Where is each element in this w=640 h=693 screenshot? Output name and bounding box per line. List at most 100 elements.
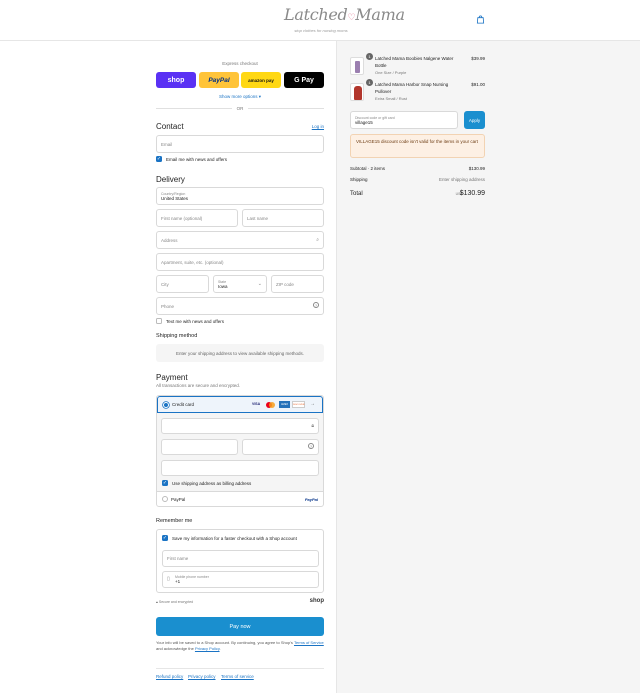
apply-discount-button[interactable]: Apply [464,111,485,129]
product-price: $39.99 [471,56,485,61]
zip-field[interactable]: ZIP code [271,275,324,293]
legal-text: Your info will be saved to a Shop accoun… [156,640,324,651]
help-icon[interactable]: ? [313,302,319,308]
security-code-field[interactable]: ? [242,439,319,455]
logo-tagline: stop clothes for nursing moms [294,28,348,33]
save-info-checkbox[interactable]: ✓ [162,535,168,541]
state-value: Iowa [218,283,228,289]
first-name-field[interactable]: First name (optional) [156,209,238,227]
footer-divider [156,668,324,669]
shipping-method-heading: Shipping method [156,333,198,339]
credit-card-label: Credit card [172,402,195,407]
privacy-policy-link[interactable]: Privacy policy [188,674,216,679]
city-field[interactable]: City [156,275,209,293]
help-icon[interactable]: ? [308,443,314,449]
address-field[interactable]: Address ⌕ [156,231,324,249]
shipping-label: Shipping [350,177,368,182]
last-name-field[interactable]: Last name [242,209,324,227]
chevron-down-icon: ⌄ [257,281,262,287]
credit-card-radio[interactable] [163,402,169,408]
logo-text-2: Mama [355,5,405,24]
product-thumbnail [350,57,364,75]
subtotal-label: Subtotal · 2 items [350,166,386,171]
contact-heading: Contact [156,122,184,131]
delivery-heading: Delivery [156,175,185,184]
card-number-field[interactable]: 🔒︎ [161,418,319,434]
remember-first-name-field[interactable]: First name [162,550,319,567]
terms-of-service-link[interactable]: Terms of service [221,674,254,679]
pullover-image [354,86,362,100]
expiration-field[interactable] [161,439,238,455]
legal-and: and acknowledge the [156,645,194,651]
discover-icon: DISCOVER [292,401,305,408]
water-bottle-image [355,61,360,73]
credit-card-option[interactable]: Credit card VISA AMEX DISCOVER → [157,396,323,413]
paypal-label: PayPal [171,497,186,502]
refund-policy-link[interactable]: Refund policy [156,674,183,679]
text-news-label: Text me with news and offers [166,319,224,324]
product-thumbnail [350,83,364,101]
legal-period: . [219,645,221,651]
save-info-label: Save my information for a faster checkou… [172,536,297,541]
discount-code-field[interactable]: Discount code or gift card village15 [350,111,458,129]
pay-now-button[interactable]: Pay now [156,617,324,636]
total-value: $130.99 [459,190,485,197]
visa-icon: VISA [252,402,261,406]
divider [248,108,324,109]
shop-terms-link[interactable]: Terms of Service [294,640,324,645]
billing-address-checkbox[interactable]: ✓ [162,480,168,486]
order-summary: 1 Latched Mama Boobies Nalgene Water Bot… [336,41,640,693]
paypal-button[interactable]: PayPal [199,72,239,88]
discount-value: village15 [355,119,373,125]
phone-placeholder: Phone [161,303,175,309]
payment-subtitle: All transactions are secure and encrypte… [156,383,241,388]
email-news-checkbox[interactable]: ✓ [156,156,162,162]
discount-error-message: VILLAGE15 discount code isn't valid for … [350,134,485,158]
logo-text-1: Latched [284,5,348,24]
apartment-field[interactable]: Apartment, suite, etc. (optional) [156,253,324,271]
billing-address-label: Use shipping address as billing address [172,481,252,486]
email-news-label: Email me with news and offers [166,157,227,162]
log-in-link[interactable]: Log in [312,124,324,129]
paypal-logo-icon: PayPal [304,497,318,502]
google-pay-button[interactable]: G Pay [284,72,324,88]
shipping-method-message: Enter your shipping address to view avai… [156,344,324,362]
legal-line: Your info will be saved to a Shop accoun… [156,640,293,645]
paypal-option[interactable]: PayPal PayPal [157,491,323,507]
quantity-badge: 1 [366,53,373,60]
name-on-card-field[interactable] [161,460,319,476]
country-value: United States [161,195,189,201]
total-label: Total [350,191,363,197]
phone-field[interactable]: Phone ? [156,297,324,315]
shipping-value: Enter shipping address [438,177,485,182]
amazon-pay-button[interactable]: amazon pay [241,72,281,88]
product-variant: Extra Small / Rust [375,96,408,101]
mobile-phone-field[interactable]: ▯ Mobile phone number +1 [162,571,319,588]
mobile-phone-value: +1 [175,579,181,584]
amex-icon: AMEX [279,401,290,408]
country-select[interactable]: Country/Region United States [156,187,324,205]
paypal-radio[interactable] [162,496,168,502]
address-placeholder: Address [161,237,178,243]
express-checkout-title: Express checkout [222,61,258,66]
payment-options: Credit card VISA AMEX DISCOVER → 🔒︎ ? ✓ … [156,395,324,507]
store-logo[interactable]: Latched♡Mama stop clothes for nursing mo… [284,5,405,34]
secure-label: Secure and encrypted [158,600,194,604]
shop-pay-button[interactable]: shop [156,72,196,88]
state-select[interactable]: State Iowa ⌄ [213,275,267,293]
secure-note: 🔒︎ Secure and encrypted [156,600,193,604]
lock-icon: 🔒︎ [311,423,314,429]
shopping-bag-icon[interactable] [476,15,485,24]
remember-me-box: ✓ Save my information for a faster check… [156,529,324,593]
site-header: Latched♡Mama stop clothes for nursing mo… [0,0,640,41]
remember-me-heading: Remember me [156,518,193,524]
payment-heading: Payment [156,373,188,382]
mobile-phone-icon: ▯ [167,576,170,582]
text-news-checkbox[interactable] [156,318,162,324]
show-more-options-link[interactable]: Show more options ▾ [156,94,324,100]
card-form: 🔒︎ ? ✓ Use shipping address as billing a… [157,413,323,491]
email-field[interactable]: Email [156,135,324,153]
subtotal-value: $130.99 [468,166,485,171]
shop-logo-icon: shop [309,598,324,604]
shop-privacy-link[interactable]: Privacy Policy [195,646,220,651]
